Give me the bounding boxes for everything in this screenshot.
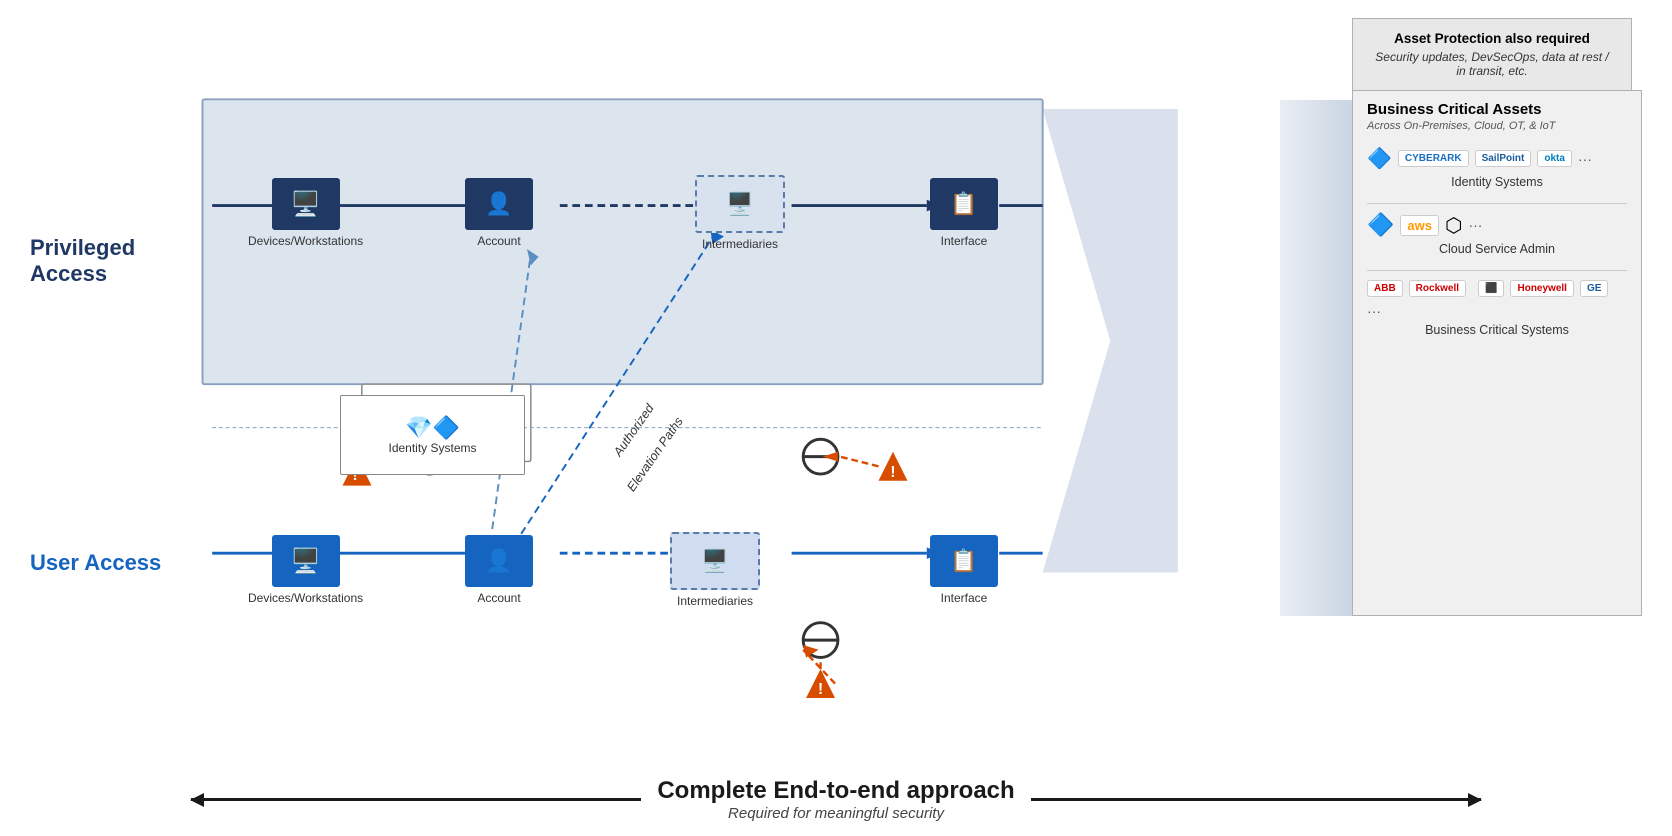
cyberark-logo: CYBERARK bbox=[1398, 150, 1469, 167]
bca-identity-logos: 🔷 CYBERARK SailPoint okta ··· bbox=[1367, 146, 1627, 171]
user-interface-icon: 📋 Interface bbox=[930, 535, 998, 605]
bca-title: Business Critical Assets bbox=[1367, 101, 1627, 118]
attack-arrow-bottom2 bbox=[803, 650, 835, 684]
identity-logos-more: ··· bbox=[1578, 151, 1592, 167]
no-entry-circle-mid bbox=[803, 439, 838, 474]
user-device-icon: 🖥️ Devices/Workstations bbox=[248, 535, 363, 605]
bottom-arrowhead-right bbox=[1468, 793, 1482, 807]
elevation-arrow-2 bbox=[527, 249, 539, 265]
user-account-label: Account bbox=[477, 591, 520, 605]
sailpoint-logo: SailPoint bbox=[1475, 150, 1532, 167]
diagram-outer: ! ! ! Authorized Elevation Paths bbox=[30, 80, 1642, 756]
user-account-icon: 👤 Account bbox=[465, 535, 533, 605]
bottom-arrow-right bbox=[1031, 798, 1481, 801]
bottom-arrowhead-left bbox=[190, 793, 204, 807]
bottom-subtitle: Required for meaningful security bbox=[657, 805, 1014, 822]
bottom-arrow-left bbox=[191, 798, 641, 801]
user-device-label: Devices/Workstations bbox=[248, 591, 363, 605]
warning-mid-text: ! bbox=[890, 464, 895, 481]
bottom-text-block: Complete End-to-end approach Required fo… bbox=[657, 777, 1014, 822]
priv-intermediaries-label: Intermediaries bbox=[702, 237, 778, 251]
asset-protection-subtitle: Security updates, DevSecOps, data at res… bbox=[1369, 50, 1615, 78]
rockwell-logo: Rockwell bbox=[1409, 280, 1466, 297]
no-entry-circle-bottom bbox=[803, 623, 838, 658]
bca-cloud-label: Cloud Service Admin bbox=[1367, 242, 1627, 256]
user-access-text: User Access bbox=[30, 550, 161, 575]
priv-interface-label: Interface bbox=[941, 234, 988, 248]
bottom-title: Complete End-to-end approach bbox=[657, 777, 1014, 805]
user-intermediaries-label: Intermediaries bbox=[677, 594, 753, 608]
bca-subtitle: Across On-Premises, Cloud, OT, & IoT bbox=[1367, 120, 1627, 132]
azure-logo: 🔷 bbox=[1367, 212, 1394, 238]
priv-interface-icon: 📋 Interface bbox=[930, 178, 998, 248]
attack-arrow-mid bbox=[840, 457, 879, 467]
user-access-label: User Access bbox=[30, 550, 175, 576]
warning-bottom bbox=[806, 669, 835, 698]
bca-panel: Business Critical Assets Across On-Premi… bbox=[1352, 90, 1642, 616]
elevation-path-1 bbox=[521, 235, 714, 534]
priv-account-icon: 👤 Account bbox=[465, 178, 533, 248]
elevation-paths-label2: Elevation Paths bbox=[624, 414, 686, 494]
ping-logo: 🔷 bbox=[1367, 146, 1392, 171]
cloud-logos-more: ··· bbox=[1468, 217, 1482, 233]
bca-bcs-section: ABB Rockwell ⬛ Honeywell GE ··· Business… bbox=[1367, 279, 1627, 337]
user-interface-label: Interface bbox=[941, 591, 988, 605]
privileged-access-label: Privileged Access bbox=[30, 235, 175, 288]
some-logo: ⬛ bbox=[1478, 280, 1504, 297]
bca-funnel-shape bbox=[1043, 109, 1178, 573]
bca-trapezoid bbox=[1232, 100, 1352, 616]
asset-protection-title: Asset Protection also required bbox=[1369, 31, 1615, 46]
priv-intermediaries-icon: 🖥️ Intermediaries bbox=[695, 175, 785, 251]
priv-account-label: Account bbox=[477, 234, 520, 248]
bottom-section: Complete End-to-end approach Required fo… bbox=[30, 777, 1642, 826]
bca-divider-1 bbox=[1367, 203, 1627, 204]
ge-logo: GE bbox=[1580, 280, 1608, 297]
identity-systems-label: Identity Systems bbox=[388, 441, 476, 455]
bca-identity-section: 🔷 CYBERARK SailPoint okta ··· Identity S… bbox=[1367, 146, 1627, 189]
abb-logo: ABB bbox=[1367, 280, 1403, 297]
attack-arrowhead-mid bbox=[822, 452, 837, 462]
priv-device-icon: 🖥️ Devices/Workstations bbox=[248, 178, 363, 248]
bca-identity-label: Identity Systems bbox=[1367, 175, 1627, 189]
bca-cloud-section: 🔷 aws ⬡ ··· Cloud Service Admin bbox=[1367, 212, 1627, 256]
bca-bcs-label: Business Critical Systems bbox=[1367, 323, 1627, 337]
bca-divider-2 bbox=[1367, 270, 1627, 271]
honeywell-logo: Honeywell bbox=[1510, 280, 1573, 297]
identity-systems-box: 💎🔷 Identity Systems bbox=[340, 395, 525, 475]
bca-bcs-logos: ABB Rockwell ⬛ Honeywell GE ··· bbox=[1367, 279, 1627, 319]
elevation-path-2 bbox=[492, 254, 531, 529]
attack-arrowhead-bottom bbox=[803, 645, 818, 658]
elevation-paths-label: Authorized bbox=[610, 401, 657, 460]
okta-logo: okta bbox=[1537, 150, 1572, 167]
bcs-logos-more: ··· bbox=[1367, 303, 1381, 319]
gcp-logo: ⬡ bbox=[1445, 213, 1462, 238]
user-intermediaries-icon: 🖥️ Intermediaries bbox=[670, 532, 760, 608]
aws-logo: aws bbox=[1400, 215, 1439, 236]
warning-mid bbox=[878, 452, 907, 481]
bca-cloud-logos: 🔷 aws ⬡ ··· bbox=[1367, 212, 1627, 238]
priv-device-label: Devices/Workstations bbox=[248, 234, 363, 248]
privileged-access-text: Privileged Access bbox=[30, 235, 135, 286]
warning-bottom-text: ! bbox=[818, 681, 823, 698]
